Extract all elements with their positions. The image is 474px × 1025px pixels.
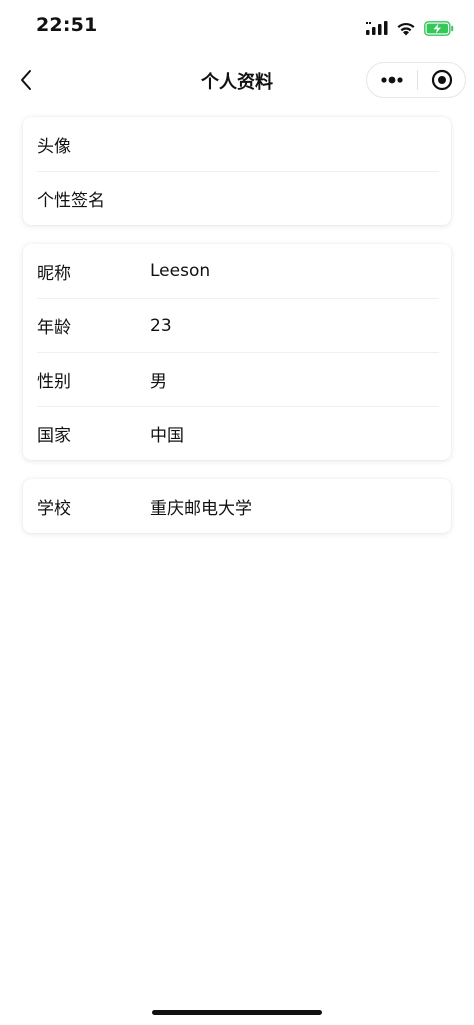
nickname-row[interactable]: 昵称 Leeson <box>37 244 439 298</box>
more-button[interactable] <box>367 63 417 97</box>
nickname-label: 昵称 <box>37 263 71 284</box>
country-label: 国家 <box>37 426 71 446</box>
age-value: 23 <box>150 315 172 336</box>
profile-screen: 22:51 个人资料 头像 个性签名 昵称 Leeson 年龄 23 性别 男 … <box>0 0 474 1025</box>
country-value: 中国 <box>150 426 184 446</box>
home-indicator <box>152 1010 322 1015</box>
status-bar: 22:51 <box>0 0 474 56</box>
signature-label: 个性签名 <box>37 191 105 211</box>
nickname-value: Leeson <box>150 261 211 281</box>
school-label: 学校 <box>37 498 71 519</box>
capsule-menu <box>366 62 466 98</box>
education-card: 学校 重庆邮电大学 <box>23 479 451 533</box>
status-icons <box>366 17 454 39</box>
age-row[interactable]: 年龄 23 <box>37 298 439 352</box>
country-row[interactable]: 国家 中国 <box>37 406 439 460</box>
status-time: 22:51 <box>36 14 98 36</box>
wifi-icon <box>397 22 415 35</box>
profile-info-card: 昵称 Leeson 年龄 23 性别 男 国家 中国 <box>23 244 451 460</box>
gender-label: 性别 <box>37 372 71 392</box>
battery-charging-icon <box>424 20 454 36</box>
nav-bar: 个人资料 <box>0 56 474 104</box>
cellular-signal-icon <box>366 21 388 35</box>
gender-value: 男 <box>150 372 167 392</box>
close-miniprogram-button[interactable] <box>418 63 465 97</box>
signature-row[interactable]: 个性签名 <box>37 171 439 225</box>
basic-info-card: 头像 个性签名 <box>23 117 451 225</box>
target-circle-icon <box>431 69 452 91</box>
school-row[interactable]: 学校 重庆邮电大学 <box>37 479 439 533</box>
avatar-label: 头像 <box>37 136 71 157</box>
avatar-row[interactable]: 头像 <box>37 117 439 171</box>
age-label: 年龄 <box>37 318 71 338</box>
school-value: 重庆邮电大学 <box>150 498 252 519</box>
gender-row[interactable]: 性别 男 <box>37 352 439 406</box>
more-dots-icon <box>381 76 403 84</box>
